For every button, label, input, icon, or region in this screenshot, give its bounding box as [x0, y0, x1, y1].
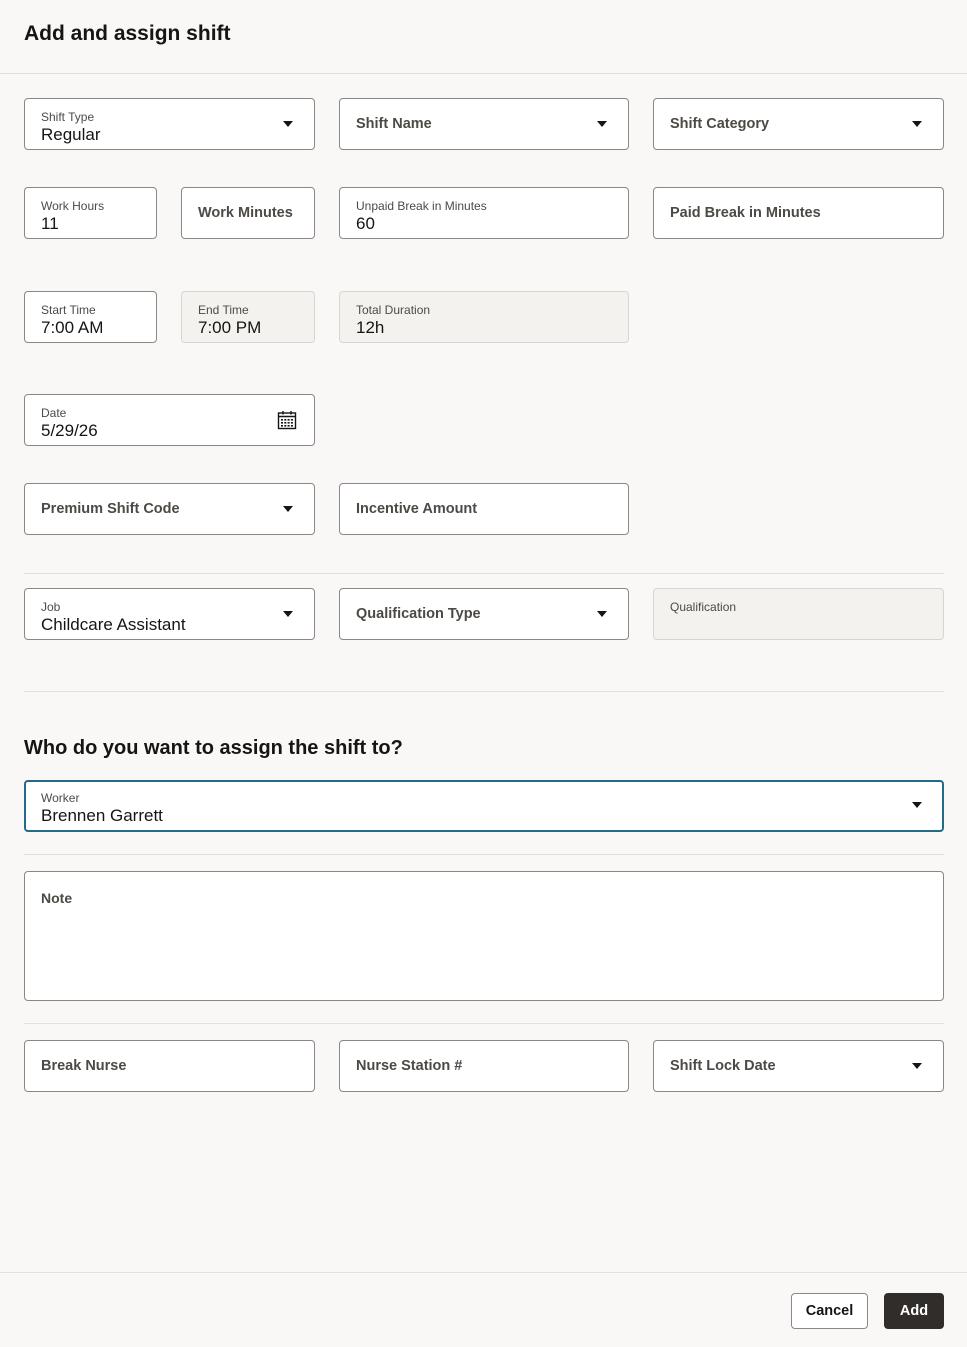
premium-shift-code-select[interactable]: Premium Shift Code: [24, 483, 315, 535]
cancel-button[interactable]: Cancel: [791, 1293, 868, 1329]
chevron-down-icon: [597, 611, 607, 617]
start-time-input[interactable]: Start Time 7:00 AM: [24, 291, 157, 343]
date-label: Date: [41, 406, 67, 420]
divider: [24, 691, 944, 692]
paid-break-placeholder: Paid Break in Minutes: [670, 205, 821, 221]
assign-section-title: Who do you want to assign the shift to?: [24, 737, 403, 759]
chevron-down-icon: [283, 611, 293, 617]
chevron-down-icon: [912, 802, 922, 808]
incentive-amount-input[interactable]: Incentive Amount: [339, 483, 629, 535]
shift-lock-date-placeholder: Shift Lock Date: [670, 1058, 776, 1074]
total-duration-value: 12h: [356, 318, 385, 337]
total-duration-field: Total Duration 12h: [339, 291, 629, 343]
date-input[interactable]: Date 5/29/26: [24, 394, 315, 446]
break-nurse-input[interactable]: Break Nurse: [24, 1040, 315, 1092]
shift-type-select[interactable]: Shift Type Regular: [24, 98, 315, 150]
divider: [24, 854, 944, 855]
end-time-field: End Time 7:00 PM: [181, 291, 315, 343]
start-time-value: 7:00 AM: [41, 318, 104, 337]
start-time-label: Start Time: [41, 303, 96, 317]
worker-value: Brennen Garrett: [41, 806, 163, 825]
qualification-type-select[interactable]: Qualification Type: [339, 588, 629, 640]
chevron-down-icon: [283, 506, 293, 512]
total-duration-label: Total Duration: [356, 303, 431, 317]
add-button[interactable]: Add: [884, 1293, 944, 1329]
shift-name-select[interactable]: Shift Name: [339, 98, 629, 150]
worker-label: Worker: [41, 791, 80, 805]
shift-category-placeholder: Shift Category: [670, 116, 770, 132]
end-time-label: End Time: [198, 303, 249, 317]
note-textarea[interactable]: Note: [24, 871, 944, 1001]
work-hours-value: 11: [41, 214, 59, 233]
chevron-down-icon: [283, 121, 293, 127]
nurse-station-placeholder: Nurse Station #: [356, 1058, 463, 1074]
job-value: Childcare Assistant: [41, 615, 186, 634]
shift-name-placeholder: Shift Name: [356, 116, 432, 132]
nurse-station-input[interactable]: Nurse Station #: [339, 1040, 629, 1092]
chevron-down-icon: [597, 121, 607, 127]
premium-shift-code-placeholder: Premium Shift Code: [41, 501, 180, 517]
work-hours-input[interactable]: Work Hours 11: [24, 187, 157, 239]
date-value: 5/29/26: [41, 421, 98, 440]
divider: [24, 573, 944, 574]
calendar-icon[interactable]: [277, 410, 297, 430]
note-placeholder: Note: [41, 890, 73, 906]
qualification-field: Qualification: [653, 588, 944, 640]
work-minutes-placeholder: Work Minutes: [198, 205, 293, 221]
shift-lock-date-select[interactable]: Shift Lock Date: [653, 1040, 944, 1092]
qualification-label: Qualification: [670, 600, 737, 614]
break-nurse-placeholder: Break Nurse: [41, 1058, 127, 1074]
dialog-header: Add and assign shift: [0, 0, 967, 74]
end-time-value: 7:00 PM: [198, 318, 262, 337]
unpaid-break-input[interactable]: Unpaid Break in Minutes 60: [339, 187, 629, 239]
worker-select[interactable]: Worker Brennen Garrett: [24, 780, 944, 832]
chevron-down-icon: [912, 121, 922, 127]
incentive-amount-placeholder: Incentive Amount: [356, 501, 478, 517]
unpaid-break-label: Unpaid Break in Minutes: [356, 199, 487, 213]
work-minutes-input[interactable]: Work Minutes: [181, 187, 315, 239]
work-hours-label: Work Hours: [41, 199, 105, 213]
qualification-type-placeholder: Qualification Type: [356, 606, 481, 622]
shift-type-value: Regular: [41, 125, 101, 144]
unpaid-break-value: 60: [356, 214, 375, 233]
dialog-title: Add and assign shift: [24, 22, 231, 45]
job-select[interactable]: Job Childcare Assistant: [24, 588, 315, 640]
divider: [24, 1023, 944, 1024]
shift-type-label: Shift Type: [41, 110, 95, 124]
paid-break-input[interactable]: Paid Break in Minutes: [653, 187, 944, 239]
chevron-down-icon: [912, 1063, 922, 1069]
job-label: Job: [41, 600, 61, 614]
shift-category-select[interactable]: Shift Category: [653, 98, 944, 150]
